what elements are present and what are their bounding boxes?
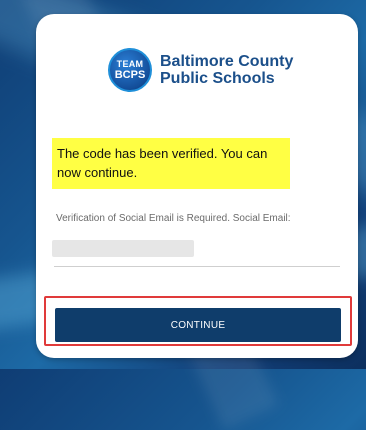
brand-logo: TEAM BCPS Baltimore County Public School… [108, 48, 293, 92]
social-email-label: Verification of Social Email is Required… [56, 213, 291, 224]
social-email-value-redacted [52, 240, 194, 257]
team-bcps-badge-icon: TEAM BCPS [108, 48, 152, 92]
verification-success-message: The code has been verified. You can now … [52, 138, 290, 189]
organization-name: Baltimore County Public Schools [160, 53, 293, 87]
org-name-line1: Baltimore County [160, 53, 294, 70]
continue-button[interactable]: CONTINUE [55, 308, 341, 342]
verification-card: TEAM BCPS Baltimore County Public School… [36, 14, 358, 358]
org-name-line2: Public Schools [160, 70, 275, 87]
divider [54, 266, 340, 267]
badge-text-bcps: BCPS [114, 68, 146, 81]
badge-text-team: TEAM [116, 58, 144, 69]
